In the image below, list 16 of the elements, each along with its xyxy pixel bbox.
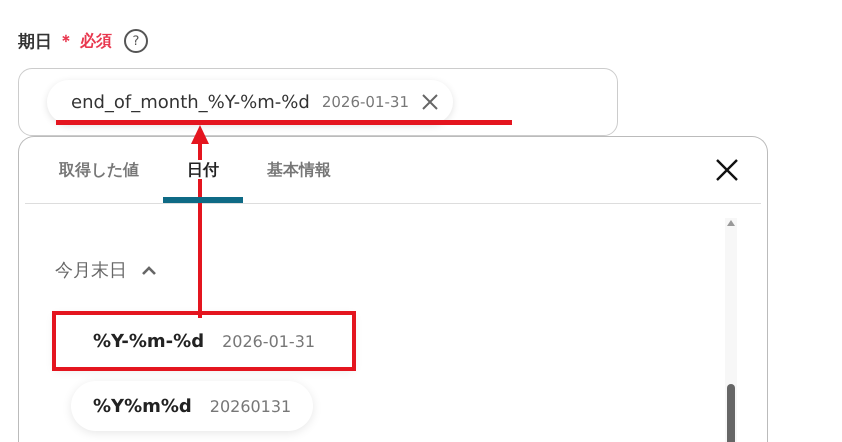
format-option[interactable]: %Y-%m-%d 2026-01-31 [55,314,354,368]
remove-icon[interactable] [421,93,439,111]
format-option[interactable]: %Y%m%d 20260131 [71,381,314,431]
chevron-up-icon[interactable] [141,265,157,275]
scrollbar[interactable] [725,218,737,442]
scroll-up-icon[interactable] [725,218,737,228]
tab[interactable]: 取得した値 [35,137,163,203]
scroll-thumb[interactable] [727,384,735,442]
help-icon[interactable]: ? [124,29,148,53]
required-mark: ＊ [58,30,74,52]
tab[interactable]: 基本情報 [243,137,355,203]
section-title: 今月末日 [55,259,127,282]
chip-value: end_of_month_%Y-%m-%d [71,92,310,112]
field-label: 期日 [18,30,52,52]
required-label: 必須 [80,30,112,52]
chip-preview: 2026-01-31 [322,93,409,111]
